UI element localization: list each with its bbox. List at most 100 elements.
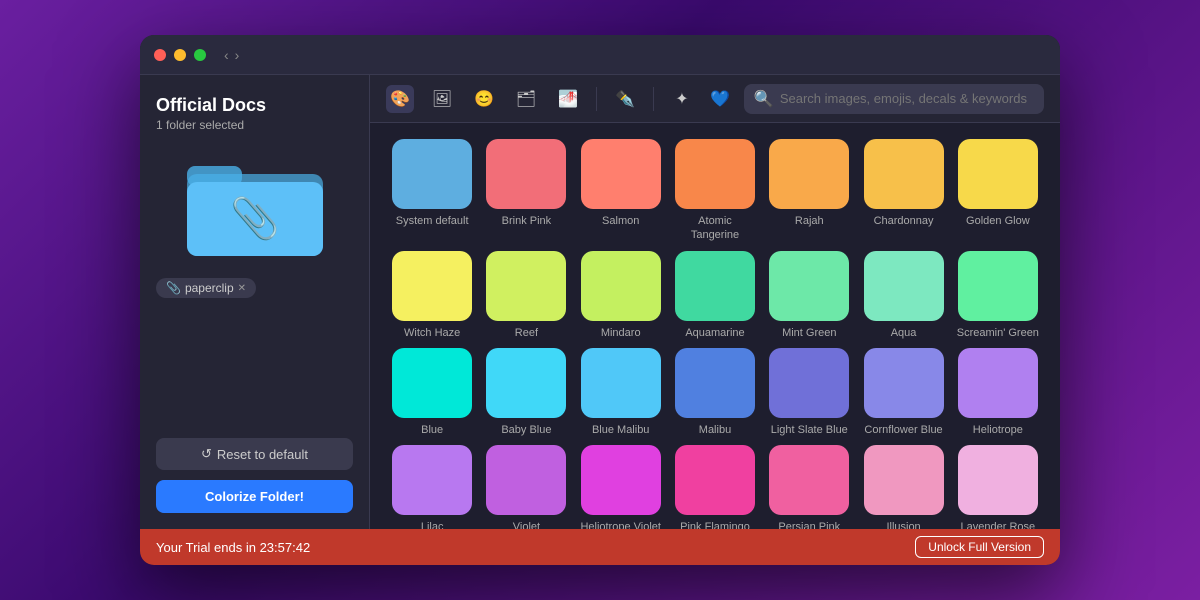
sidebar-title: Official Docs	[156, 95, 353, 116]
search-input[interactable]	[780, 91, 1034, 106]
maximize-button[interactable]	[194, 49, 206, 61]
folder-icon-container: 📎	[156, 152, 353, 262]
back-button[interactable]: ‹	[224, 47, 229, 63]
color-swatch[interactable]	[675, 251, 755, 321]
color-label: Baby Blue	[501, 423, 551, 437]
color-item[interactable]: Persian Pink	[767, 445, 851, 529]
tag-close-button[interactable]: ✕	[238, 283, 246, 294]
reset-label: Reset to default	[217, 447, 308, 462]
color-swatch[interactable]	[958, 348, 1038, 418]
color-swatch[interactable]	[864, 445, 944, 515]
color-item[interactable]: Atomic Tangerine	[673, 139, 757, 243]
color-swatch[interactable]	[392, 139, 472, 209]
color-label: Witch Haze	[404, 326, 460, 340]
image-icon[interactable]: 🖼	[428, 85, 456, 113]
color-swatch[interactable]	[486, 251, 566, 321]
color-swatch[interactable]	[769, 251, 849, 321]
color-item[interactable]: Blue Malibu	[579, 348, 663, 437]
color-label: Golden Glow	[966, 214, 1030, 228]
emoji-icon[interactable]: 😊	[470, 85, 498, 113]
color-item[interactable]: Golden Glow	[956, 139, 1040, 243]
color-swatch[interactable]	[769, 348, 849, 418]
color-item[interactable]: Salmon	[579, 139, 663, 243]
color-item[interactable]: Lilac	[390, 445, 474, 529]
color-item[interactable]: Pink Flamingo	[673, 445, 757, 529]
color-label: Rajah	[795, 214, 824, 228]
color-item[interactable]: Mindaro	[579, 251, 663, 340]
color-swatch[interactable]	[769, 139, 849, 209]
color-swatch[interactable]	[675, 139, 755, 209]
reset-button[interactable]: ↺ Reset to default	[156, 438, 353, 470]
tag-container: 📎 paperclip ✕	[156, 278, 353, 298]
color-swatch[interactable]	[392, 251, 472, 321]
folder-svg: 📎	[185, 152, 325, 262]
color-label: Heliotrope Violet	[580, 520, 661, 529]
color-swatch[interactable]	[864, 348, 944, 418]
color-item[interactable]: Heliotrope Violet	[579, 445, 663, 529]
color-item[interactable]: Mint Green	[767, 251, 851, 340]
colorize-button[interactable]: Colorize Folder!	[156, 480, 353, 513]
color-item[interactable]: Baby Blue	[484, 348, 568, 437]
color-swatch[interactable]	[769, 445, 849, 515]
color-swatch[interactable]	[958, 251, 1038, 321]
color-item[interactable]: Reef	[484, 251, 568, 340]
folder-tab-icon[interactable]: 🗂	[512, 85, 540, 113]
color-item[interactable]: Illusion	[861, 445, 945, 529]
color-swatch[interactable]	[581, 251, 661, 321]
color-swatch[interactable]	[864, 139, 944, 209]
forward-button[interactable]: ›	[235, 47, 240, 63]
color-item[interactable]: Light Slate Blue	[767, 348, 851, 437]
app-window: ‹ › Official Docs 1 folder selected	[140, 35, 1060, 565]
tag-paperclip: 📎 paperclip ✕	[156, 278, 256, 298]
color-swatch[interactable]	[958, 445, 1038, 515]
color-item[interactable]: Rajah	[767, 139, 851, 243]
color-item[interactable]: Chardonnay	[861, 139, 945, 243]
color-item[interactable]: System default	[390, 139, 474, 243]
color-item[interactable]: Witch Haze	[390, 251, 474, 340]
color-item[interactable]: Lavender Rose	[956, 445, 1040, 529]
search-bar[interactable]: 🔍	[744, 84, 1044, 114]
sidebar-subtitle: 1 folder selected	[156, 118, 353, 132]
color-label: Lavender Rose	[961, 520, 1036, 529]
color-swatch[interactable]	[864, 251, 944, 321]
magic-icon[interactable]: ✦	[668, 85, 696, 113]
color-label: Atomic Tangerine	[673, 214, 757, 243]
color-label: Blue Malibu	[592, 423, 649, 437]
color-swatch[interactable]	[581, 139, 661, 209]
color-swatch[interactable]	[581, 445, 661, 515]
color-label: Reef	[515, 326, 538, 340]
separator-1	[596, 87, 597, 111]
color-swatch[interactable]	[958, 139, 1038, 209]
color-swatch[interactable]	[392, 348, 472, 418]
palette-icon[interactable]: 🎨	[386, 85, 414, 113]
color-item[interactable]: Aqua	[861, 251, 945, 340]
sidebar: Official Docs 1 folder selected 📎	[140, 75, 370, 529]
color-label: Violet	[513, 520, 540, 529]
title-bar: ‹ ›	[140, 35, 1060, 75]
color-item[interactable]: Violet	[484, 445, 568, 529]
heart-icon[interactable]: 💙	[710, 89, 730, 109]
color-swatch[interactable]	[392, 445, 472, 515]
unlock-button[interactable]: Unlock Full Version	[915, 536, 1044, 558]
separator-2	[653, 87, 654, 111]
minimize-button[interactable]	[174, 49, 186, 61]
color-item[interactable]: Blue	[390, 348, 474, 437]
color-swatch[interactable]	[675, 445, 755, 515]
color-swatch[interactable]	[675, 348, 755, 418]
color-swatch[interactable]	[486, 348, 566, 418]
color-item[interactable]: Brink Pink	[484, 139, 568, 243]
eyedropper-icon[interactable]: ✒️	[611, 85, 639, 113]
bottom-bar: Your Trial ends in 23:57:42 Unlock Full …	[140, 529, 1060, 565]
color-label: System default	[396, 214, 469, 228]
photo-icon[interactable]: 🌁	[554, 85, 582, 113]
color-label: Screamin' Green	[957, 326, 1039, 340]
color-item[interactable]: Screamin' Green	[956, 251, 1040, 340]
color-swatch[interactable]	[486, 139, 566, 209]
color-swatch[interactable]	[581, 348, 661, 418]
close-button[interactable]	[154, 49, 166, 61]
color-item[interactable]: Cornflower Blue	[861, 348, 945, 437]
color-item[interactable]: Aquamarine	[673, 251, 757, 340]
color-item[interactable]: Malibu	[673, 348, 757, 437]
color-swatch[interactable]	[486, 445, 566, 515]
color-item[interactable]: Heliotrope	[956, 348, 1040, 437]
